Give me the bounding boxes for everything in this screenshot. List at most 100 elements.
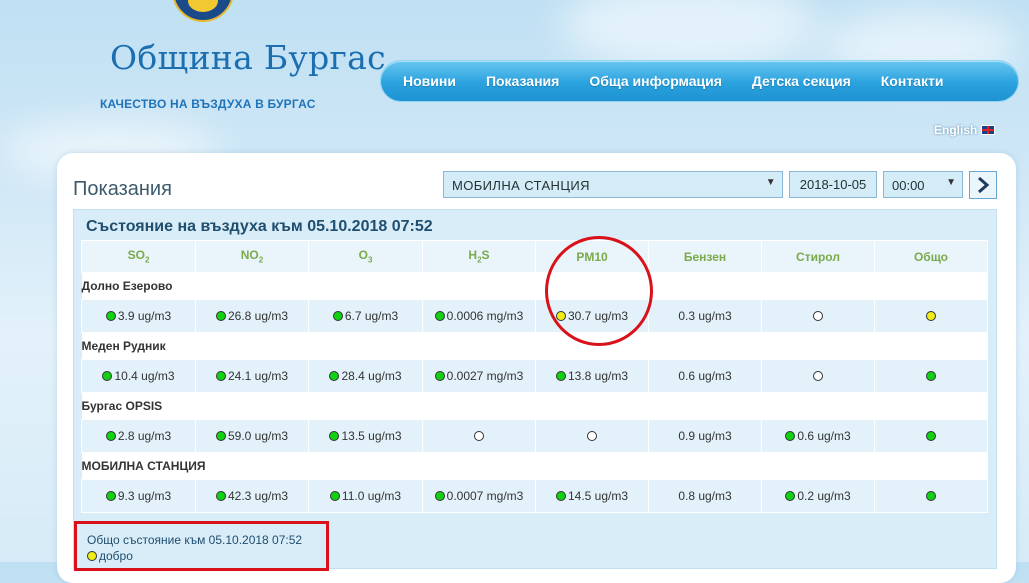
page-title: Показания — [73, 178, 172, 200]
station-select[interactable]: МОБИЛНА СТАНЦИЯ ▼ — [443, 171, 783, 198]
column-header: Общо — [874, 240, 988, 273]
status-dot-icon — [215, 311, 226, 321]
column-header-label: Общо — [913, 249, 949, 264]
status-dot-icon — [215, 371, 226, 381]
chevron-right-icon — [978, 176, 990, 194]
status-dot-icon — [926, 491, 936, 501]
nav-kids-section[interactable]: Детска секция — [752, 73, 851, 89]
status-dot-icon — [105, 311, 116, 321]
reading-value: 3.9 ug/m3 — [117, 309, 172, 323]
reading-cell: 2.8 ug/m3 — [81, 419, 196, 453]
status-dot-icon — [102, 371, 113, 381]
column-header: SO2 — [81, 240, 196, 273]
column-header: Бензен — [648, 240, 762, 273]
station-values-row: 10.4 ug/m3 24.1 ug/m3 28.4 ug/m3 0.0027 mg/… — [81, 359, 988, 393]
column-header-label: Бензен — [683, 249, 727, 264]
reading-cell: 14.5 ug/m3 — [535, 479, 649, 513]
column-header-suffix: S — [481, 248, 490, 263]
station-select-value: МОБИЛНА СТАНЦИЯ — [452, 178, 590, 193]
station-values-row: 2.8 ug/m3 59.0 ug/m3 13.5 ug/m3 0.9 ug/m3 0.… — [81, 419, 988, 453]
reading-cell: 11.0 ug/m3 — [308, 479, 423, 513]
column-header-label: NO — [240, 248, 259, 263]
status-dot-icon — [813, 371, 823, 381]
status-dot-icon — [785, 431, 796, 441]
dropdown-arrow-icon: ▼ — [765, 177, 776, 188]
station-name: МОБИЛНА СТАНЦИЯ — [81, 452, 988, 480]
column-header-label: SO — [127, 248, 145, 263]
status-dot-icon — [105, 431, 116, 441]
reading-value: 13.5 ug/m3 — [341, 429, 402, 443]
station-name: Бургас OPSIS — [81, 392, 988, 420]
reading-cell: 0.8 ug/m3 — [648, 479, 762, 513]
column-header-subscript: 2 — [258, 255, 264, 265]
reading-cell: 0.9 ug/m3 — [648, 419, 762, 453]
uk-flag-icon — [981, 125, 996, 135]
reading-value: 11.0 ug/m3 — [341, 489, 402, 503]
reading-cell — [761, 299, 875, 333]
reading-value: 2.8 ug/m3 — [117, 429, 172, 443]
status-dot-icon — [329, 431, 340, 441]
reading-cell — [874, 359, 988, 393]
status-dot-icon — [215, 431, 226, 441]
status-dot-icon — [434, 491, 445, 501]
reading-cell: 0.6 ug/m3 — [648, 359, 762, 393]
reading-cell: 3.9 ug/m3 — [81, 299, 196, 333]
reading-cell: 0.3 ug/m3 — [648, 299, 762, 333]
reading-value: 0.3 ug/m3 — [678, 309, 732, 323]
air-status-heading: Състояние на въздуха към 05.10.2018 07:5… — [86, 218, 433, 235]
nav-news[interactable]: Новини — [403, 73, 456, 89]
site-title[interactable]: Община Бургас — [110, 38, 386, 77]
main-nav: Новини Показания Обща информация Детска … — [380, 60, 1019, 102]
status-dot-icon — [926, 431, 936, 441]
column-header: O3 — [308, 240, 423, 273]
nav-readings[interactable]: Показания — [486, 73, 559, 89]
status-dot-icon — [332, 311, 343, 321]
reading-value: 0.8 ug/m3 — [678, 489, 732, 503]
station-name: Долно Езерово — [81, 272, 988, 300]
table-header-row: SO2 NO2 O3 H2S PM10 Бензен Стирол Общо — [81, 240, 988, 273]
reading-cell: 0.6 ug/m3 — [761, 419, 875, 453]
readings-table: SO2 NO2 O3 H2S PM10 Бензен Стирол Общо Долно Ез… — [81, 240, 988, 513]
reading-value: 24.1 ug/m3 — [227, 369, 289, 383]
nav-general-info[interactable]: Обща информация — [589, 73, 722, 89]
reading-cell: 6.7 ug/m3 — [308, 299, 423, 333]
time-select-value: 00:00 — [892, 178, 925, 193]
column-header-subscript: 2 — [144, 255, 150, 265]
nav-contacts[interactable]: Контакти — [881, 73, 944, 89]
reading-cell: 42.3 ug/m3 — [195, 479, 309, 513]
status-dot-icon — [329, 371, 340, 381]
reading-cell: 26.8 ug/m3 — [195, 299, 309, 333]
station-values-row: 9.3 ug/m3 42.3 ug/m3 11.0 ug/m3 0.0007 mg/m… — [81, 479, 988, 513]
reading-value: 0.0007 mg/m3 — [446, 489, 524, 503]
status-dot-icon — [926, 311, 936, 321]
reading-value: 10.4 ug/m3 — [114, 369, 175, 383]
column-header: Стирол — [761, 240, 875, 273]
highlight-rectangle — [74, 521, 329, 571]
column-header: H2S — [422, 240, 536, 273]
site-subtitle: КАЧЕСТВО НА ВЪЗДУХА В БУРГАС — [100, 97, 316, 111]
reading-value: 0.9 ug/m3 — [678, 429, 732, 443]
reading-value: 42.3 ug/m3 — [227, 489, 289, 503]
station-name-row: Бургас OPSIS — [81, 392, 988, 420]
reading-cell: 0.0027 mg/m3 — [422, 359, 536, 393]
coat-of-arms-logo[interactable] — [172, 0, 234, 22]
reading-cell — [422, 419, 536, 453]
next-button[interactable] — [969, 171, 997, 199]
reading-cell: 24.1 ug/m3 — [195, 359, 309, 393]
reading-value: 9.3 ug/m3 — [117, 489, 172, 503]
date-input[interactable]: 2018-10-05 — [789, 171, 877, 198]
language-switch[interactable]: English — [934, 123, 996, 137]
reading-cell: 59.0 ug/m3 — [195, 419, 309, 453]
status-dot-icon — [813, 311, 823, 321]
reading-cell: 28.4 ug/m3 — [308, 359, 423, 393]
status-dot-icon — [329, 491, 340, 501]
reading-cell — [874, 419, 988, 453]
status-dot-icon — [434, 311, 445, 321]
status-dot-icon — [555, 371, 566, 381]
reading-cell: 0.2 ug/m3 — [761, 479, 875, 513]
reading-cell: 13.8 ug/m3 — [535, 359, 649, 393]
reading-cell: 0.0007 mg/m3 — [422, 479, 536, 513]
time-select[interactable]: 00:00 ▼ — [883, 171, 963, 198]
reading-cell — [761, 359, 875, 393]
reading-value: 6.7 ug/m3 — [344, 309, 399, 323]
